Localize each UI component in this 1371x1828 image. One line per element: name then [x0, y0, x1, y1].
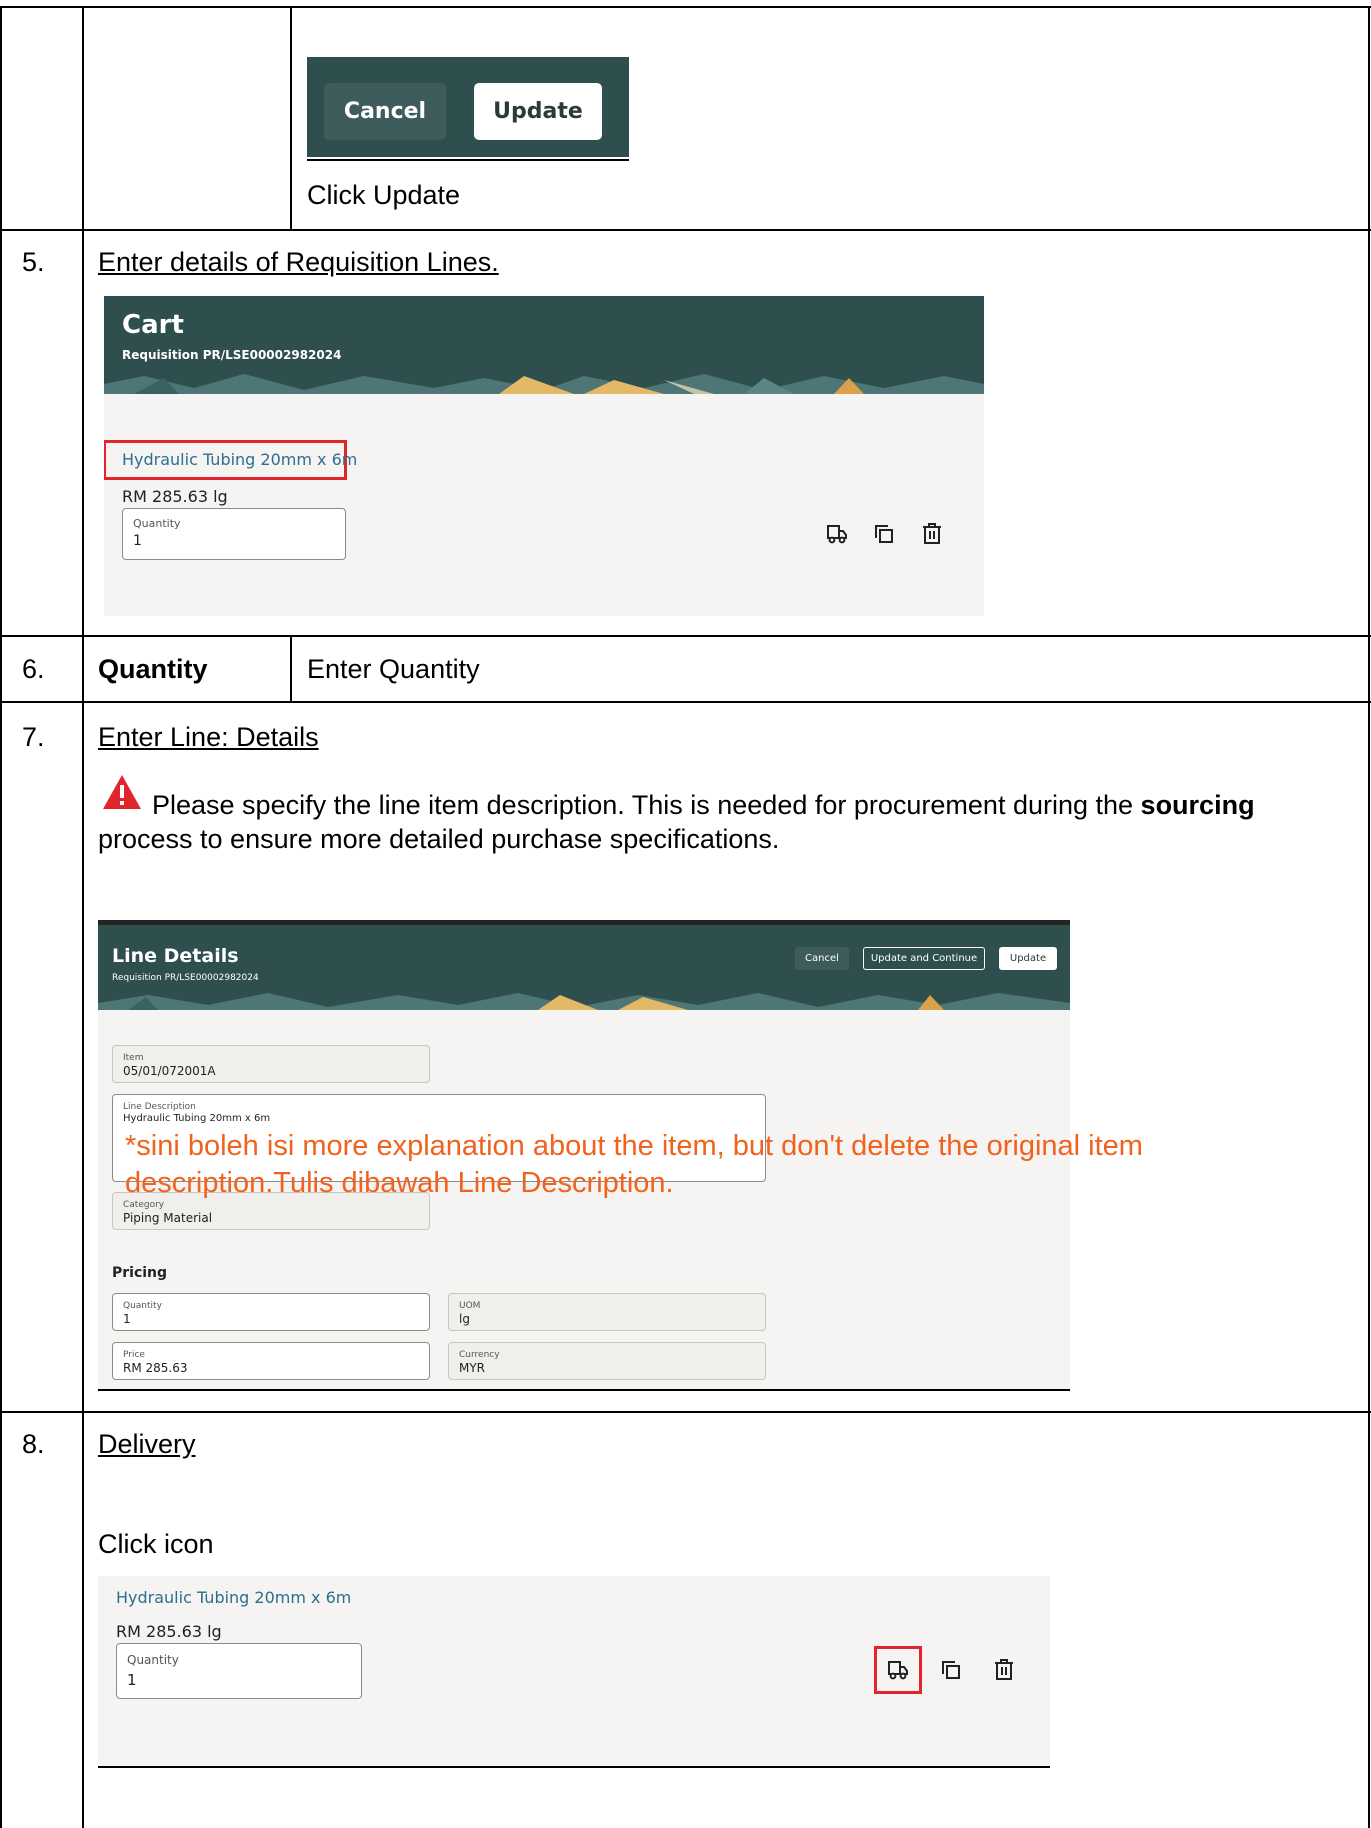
currency-value: MYR — [459, 1361, 486, 1375]
currency-label: Currency — [459, 1350, 500, 1360]
quantity-field[interactable]: Quantity 1 — [116, 1643, 362, 1699]
instruction-text: Enter Quantity — [307, 654, 480, 684]
cart-title: Cart — [122, 310, 184, 340]
uom-field: UOM lg — [448, 1293, 766, 1331]
truck-icon[interactable] — [826, 523, 848, 545]
item-link[interactable]: Hydraulic Tubing 20mm x 6m — [122, 450, 357, 469]
item-value: 05/01/072001A — [123, 1064, 216, 1078]
quantity-value: 1 — [133, 533, 142, 549]
price-value: RM 285.63 — [123, 1361, 188, 1375]
banner-pattern — [104, 374, 984, 394]
table-border — [1368, 6, 1370, 1828]
price-label: Price — [123, 1350, 145, 1360]
pricing-heading: Pricing — [112, 1265, 168, 1281]
price-field[interactable]: Price RM 285.63 — [112, 1342, 430, 1380]
trash-icon[interactable] — [994, 1659, 1014, 1681]
currency-field: Currency MYR — [448, 1342, 766, 1380]
quantity-label: Quantity — [127, 1653, 179, 1667]
item-field: Item 05/01/072001A — [112, 1045, 430, 1083]
step-number: 7. — [22, 722, 45, 752]
item-label: Item — [123, 1053, 144, 1063]
table-border — [290, 636, 292, 702]
update-and-continue-button[interactable]: Update and Continue — [863, 947, 985, 970]
duplicate-icon[interactable] — [941, 1660, 961, 1680]
step-number: 8. — [22, 1429, 45, 1459]
cancel-button[interactable]: Cancel — [795, 947, 849, 970]
cart-subtitle: Requisition PR/LSE00002982024 — [122, 348, 342, 362]
quantity-field[interactable]: Quantity 1 — [112, 1293, 430, 1331]
table-border — [82, 6, 84, 1828]
warning-icon — [103, 775, 141, 809]
divider — [98, 1766, 1050, 1768]
table-border — [0, 229, 1371, 231]
item-link[interactable]: Hydraulic Tubing 20mm x 6m — [116, 1588, 351, 1607]
uom-value: lg — [459, 1312, 470, 1326]
price-uom: RM 285.63 lg — [116, 1622, 222, 1641]
table-border — [0, 701, 1371, 703]
category-value: Piping Material — [123, 1211, 213, 1225]
quantity-label: Quantity — [133, 517, 181, 530]
step-number: 6. — [22, 654, 45, 684]
quantity-value: 1 — [123, 1312, 131, 1326]
update-button[interactable]: Update — [999, 947, 1057, 970]
instruction-text: Click icon — [98, 1529, 214, 1559]
update-button[interactable]: Update — [474, 83, 602, 140]
warning-text: Please specify the line item description… — [152, 789, 1255, 821]
panel-subtitle: Requisition PR/LSE00002982024 — [112, 973, 259, 983]
step-heading: Delivery — [98, 1429, 196, 1459]
uom-label: UOM — [459, 1301, 481, 1311]
quantity-value: 1 — [127, 1671, 137, 1689]
screenshot-update-buttons: Cancel Update — [307, 57, 629, 157]
field-name: Quantity — [98, 654, 208, 684]
duplicate-icon[interactable] — [874, 524, 894, 544]
trash-icon[interactable] — [922, 523, 942, 545]
step-number: 5. — [22, 247, 45, 277]
document-page: Cancel Update Click Update 5. Enter deta… — [0, 0, 1371, 1828]
warning-text-bold: sourcing — [1140, 790, 1255, 820]
warning-text-part: Please specify the line item description… — [152, 790, 1141, 820]
table-border — [0, 1411, 1371, 1413]
divider — [98, 1389, 1070, 1391]
screenshot-cart: Cart Requisition PR/LSE00002982024 Hydra… — [104, 296, 984, 616]
screenshot-delivery: Hydraulic Tubing 20mm x 6m RM 285.63 lg … — [98, 1576, 1050, 1766]
warning-text-cont: process to ensure more detailed purchase… — [98, 824, 780, 854]
table-border — [290, 6, 292, 230]
instruction-text: Click Update — [307, 180, 461, 210]
annotation-note-line2: description.Tulis dibawah Line Descripti… — [125, 1167, 674, 1199]
table-border — [0, 6, 2, 1828]
line-details-banner: Line Details Requisition PR/LSE000029820… — [98, 925, 1070, 1010]
truck-icon[interactable] — [887, 1659, 909, 1681]
step-heading: Enter details of Requisition Lines. — [98, 247, 499, 277]
cart-banner: Cart Requisition PR/LSE00002982024 — [104, 296, 984, 394]
category-label: Category — [123, 1200, 165, 1210]
quantity-label: Quantity — [123, 1301, 162, 1311]
annotation-note-line1: *sini boleh isi more explanation about t… — [125, 1130, 1143, 1162]
panel-title: Line Details — [112, 945, 239, 967]
cancel-button[interactable]: Cancel — [324, 83, 446, 140]
price-uom: RM 285.63 lg — [122, 487, 228, 506]
table-border — [0, 6, 1371, 8]
line-description-label: Line Description — [123, 1102, 196, 1112]
step-heading: Enter Line: Details — [98, 722, 319, 752]
quantity-field[interactable]: Quantity 1 — [122, 508, 346, 560]
divider — [307, 159, 629, 161]
line-description-value: Hydraulic Tubing 20mm x 6m — [123, 1113, 271, 1124]
table-border — [0, 635, 1371, 637]
